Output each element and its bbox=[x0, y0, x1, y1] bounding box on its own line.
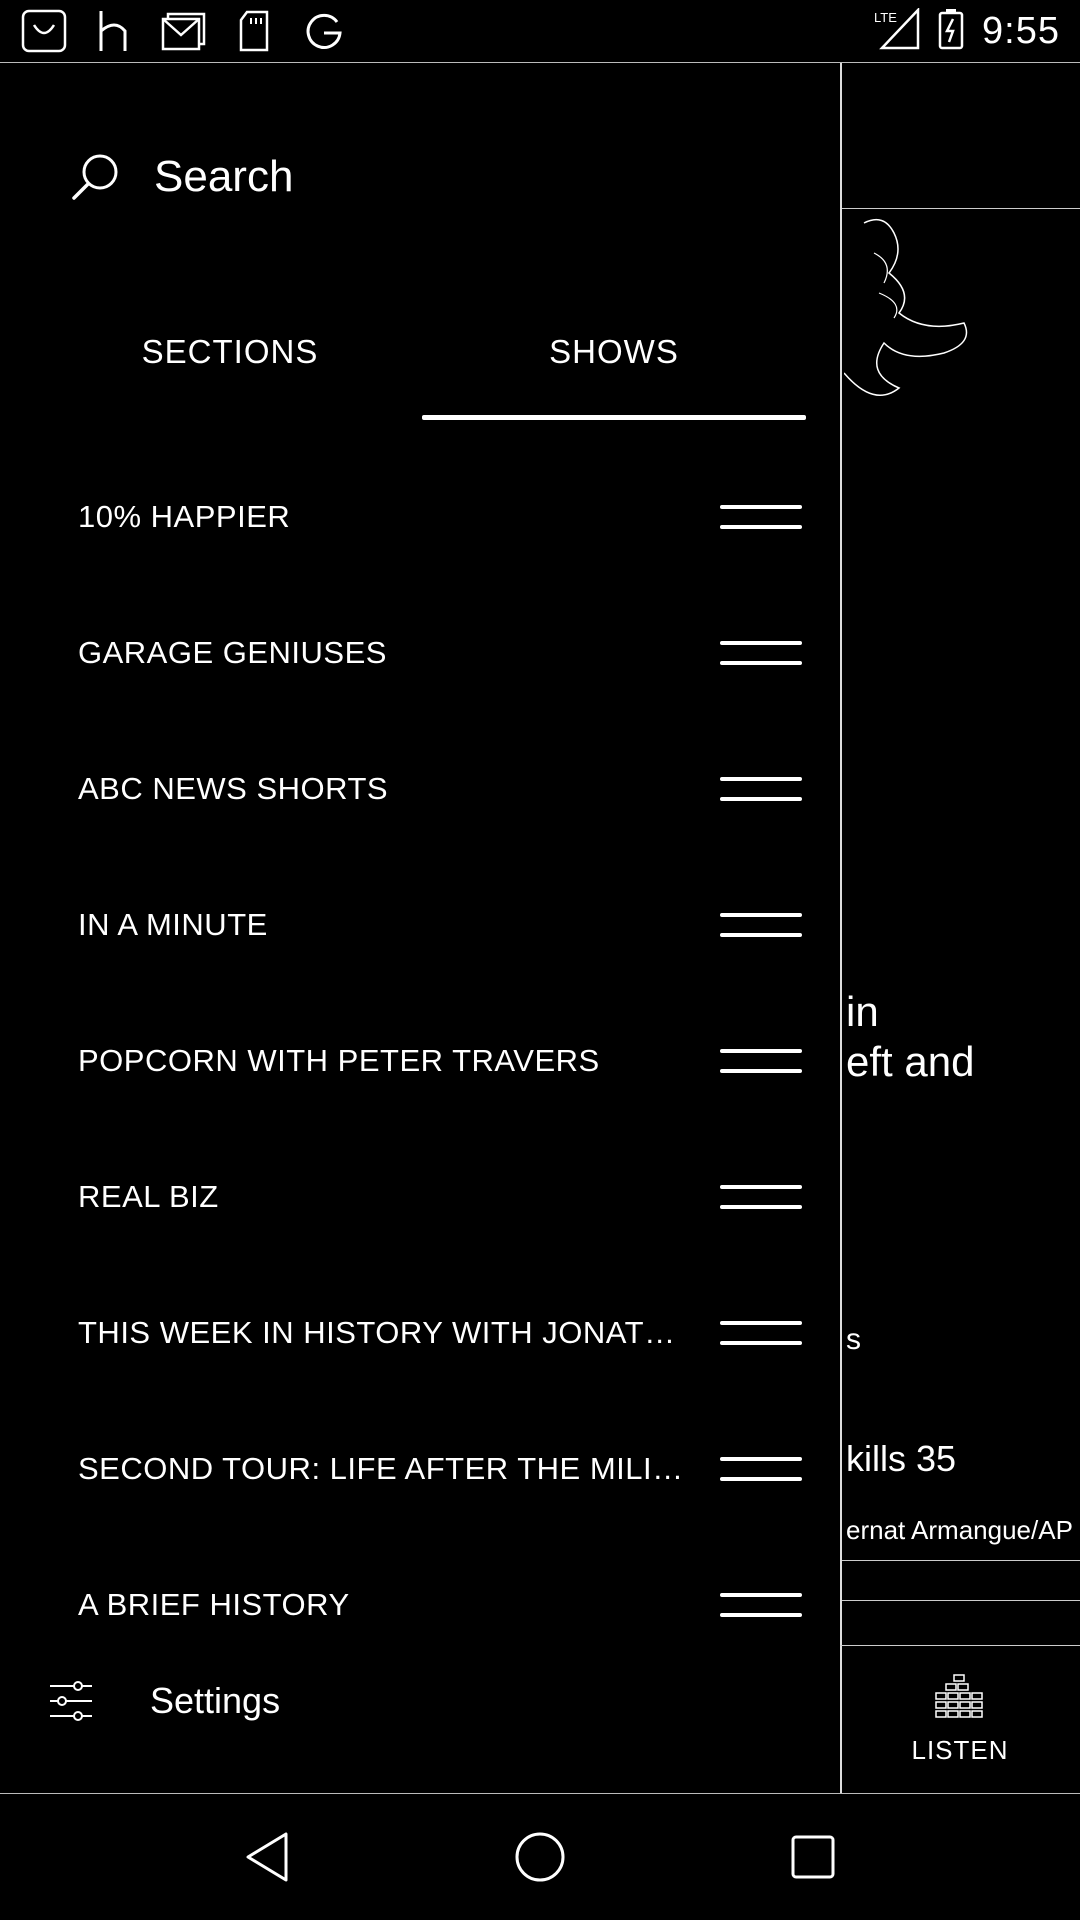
drag-handle-icon[interactable] bbox=[720, 1593, 802, 1617]
search-icon bbox=[72, 154, 118, 200]
home-icon bbox=[515, 1832, 565, 1882]
clock: 9:55 bbox=[982, 9, 1060, 52]
list-item[interactable]: ABC NEWS SHORTS bbox=[0, 747, 840, 883]
system-nav-bar bbox=[0, 1793, 1080, 1920]
list-item[interactable]: IN A MINUTE bbox=[0, 883, 840, 1019]
selected-tab-indicator bbox=[422, 415, 806, 420]
svg-text:LTE: LTE bbox=[874, 10, 897, 25]
list-item[interactable]: GARAGE GENIUSES bbox=[0, 611, 840, 747]
show-title: SECOND TOUR: LIFE AFTER THE MILIT... bbox=[78, 1451, 688, 1486]
status-bar: LTE 9:55 bbox=[0, 0, 1080, 63]
settings-label: Settings bbox=[150, 1680, 281, 1721]
battery-charging-icon bbox=[938, 8, 964, 55]
show-title: A BRIEF HISTORY bbox=[78, 1587, 350, 1622]
article-headline-line-2: eft and bbox=[846, 1038, 975, 1085]
gmail-icon bbox=[160, 9, 208, 53]
article-headline-line-1: in bbox=[846, 988, 879, 1035]
search-label: Search bbox=[154, 152, 294, 201]
drag-handle-icon[interactable] bbox=[720, 777, 802, 801]
drag-handle-icon[interactable] bbox=[720, 641, 802, 665]
background-article[interactable]: in eft and s kills 35 ernat Armangue/AP bbox=[840, 63, 1080, 1793]
drag-handle-icon[interactable] bbox=[720, 1049, 802, 1073]
show-title: GARAGE GENIUSES bbox=[78, 635, 387, 670]
recents-icon bbox=[791, 1835, 835, 1879]
show-title: ABC NEWS SHORTS bbox=[78, 771, 389, 806]
tab-sections[interactable]: SECTIONS bbox=[40, 333, 420, 423]
settings-sliders-icon bbox=[50, 1681, 92, 1721]
photo-credit: ernat Armangue/AP bbox=[846, 1515, 1073, 1545]
app-u-icon bbox=[20, 9, 68, 53]
show-title: 10% HAPPIER bbox=[78, 499, 291, 534]
lte-signal-icon: LTE bbox=[874, 6, 920, 55]
list-item[interactable]: REAL BIZ bbox=[0, 1155, 840, 1291]
houzz-icon bbox=[90, 9, 138, 53]
list-item[interactable]: 10% HAPPIER bbox=[0, 475, 840, 611]
google-icon bbox=[300, 9, 348, 53]
notification-icons bbox=[20, 9, 348, 53]
listen-label: LISTEN bbox=[911, 1735, 1009, 1765]
article-image bbox=[844, 218, 968, 396]
list-item[interactable]: THIS WEEK IN HISTORY WITH JONATH... bbox=[0, 1291, 840, 1427]
divider bbox=[842, 1560, 1080, 1561]
settings-button[interactable]: Settings bbox=[48, 1678, 280, 1724]
back-button[interactable] bbox=[227, 1817, 307, 1897]
article-snippet: kills 35 bbox=[846, 1438, 957, 1479]
system-status: LTE 9:55 bbox=[874, 6, 1060, 55]
sd-card-icon bbox=[230, 9, 278, 53]
divider bbox=[842, 208, 1080, 209]
drag-handle-icon[interactable] bbox=[720, 1457, 802, 1481]
show-title: IN A MINUTE bbox=[78, 907, 268, 942]
show-title: THIS WEEK IN HISTORY WITH JONATH... bbox=[78, 1315, 688, 1350]
show-title: REAL BIZ bbox=[78, 1179, 219, 1214]
show-list: 10% HAPPIER GARAGE GENIUSES ABC NEWS SHO… bbox=[0, 475, 840, 1699]
list-item[interactable]: SECOND TOUR: LIFE AFTER THE MILIT... bbox=[0, 1427, 840, 1563]
home-button[interactable] bbox=[500, 1817, 580, 1897]
recents-button[interactable] bbox=[773, 1817, 853, 1897]
navigation-drawer: Search SECTIONS SHOWS 10% HAPPIER GARAGE… bbox=[0, 63, 840, 1793]
show-title: POPCORN WITH PETER TRAVERS bbox=[78, 1043, 600, 1078]
list-item[interactable]: POPCORN WITH PETER TRAVERS bbox=[0, 1019, 840, 1155]
drag-handle-icon[interactable] bbox=[720, 913, 802, 937]
drag-handle-icon[interactable] bbox=[720, 1321, 802, 1345]
listen-tab[interactable]: LISTEN bbox=[840, 1645, 1080, 1793]
tab-shows[interactable]: SHOWS bbox=[422, 333, 806, 423]
back-icon bbox=[246, 1832, 288, 1882]
equalizer-icon bbox=[935, 1674, 983, 1718]
divider bbox=[842, 1600, 1080, 1601]
article-snippet: s bbox=[846, 1323, 861, 1356]
drag-handle-icon[interactable] bbox=[720, 1185, 802, 1209]
drag-handle-icon[interactable] bbox=[720, 505, 802, 529]
search-button[interactable]: Search bbox=[70, 151, 293, 203]
